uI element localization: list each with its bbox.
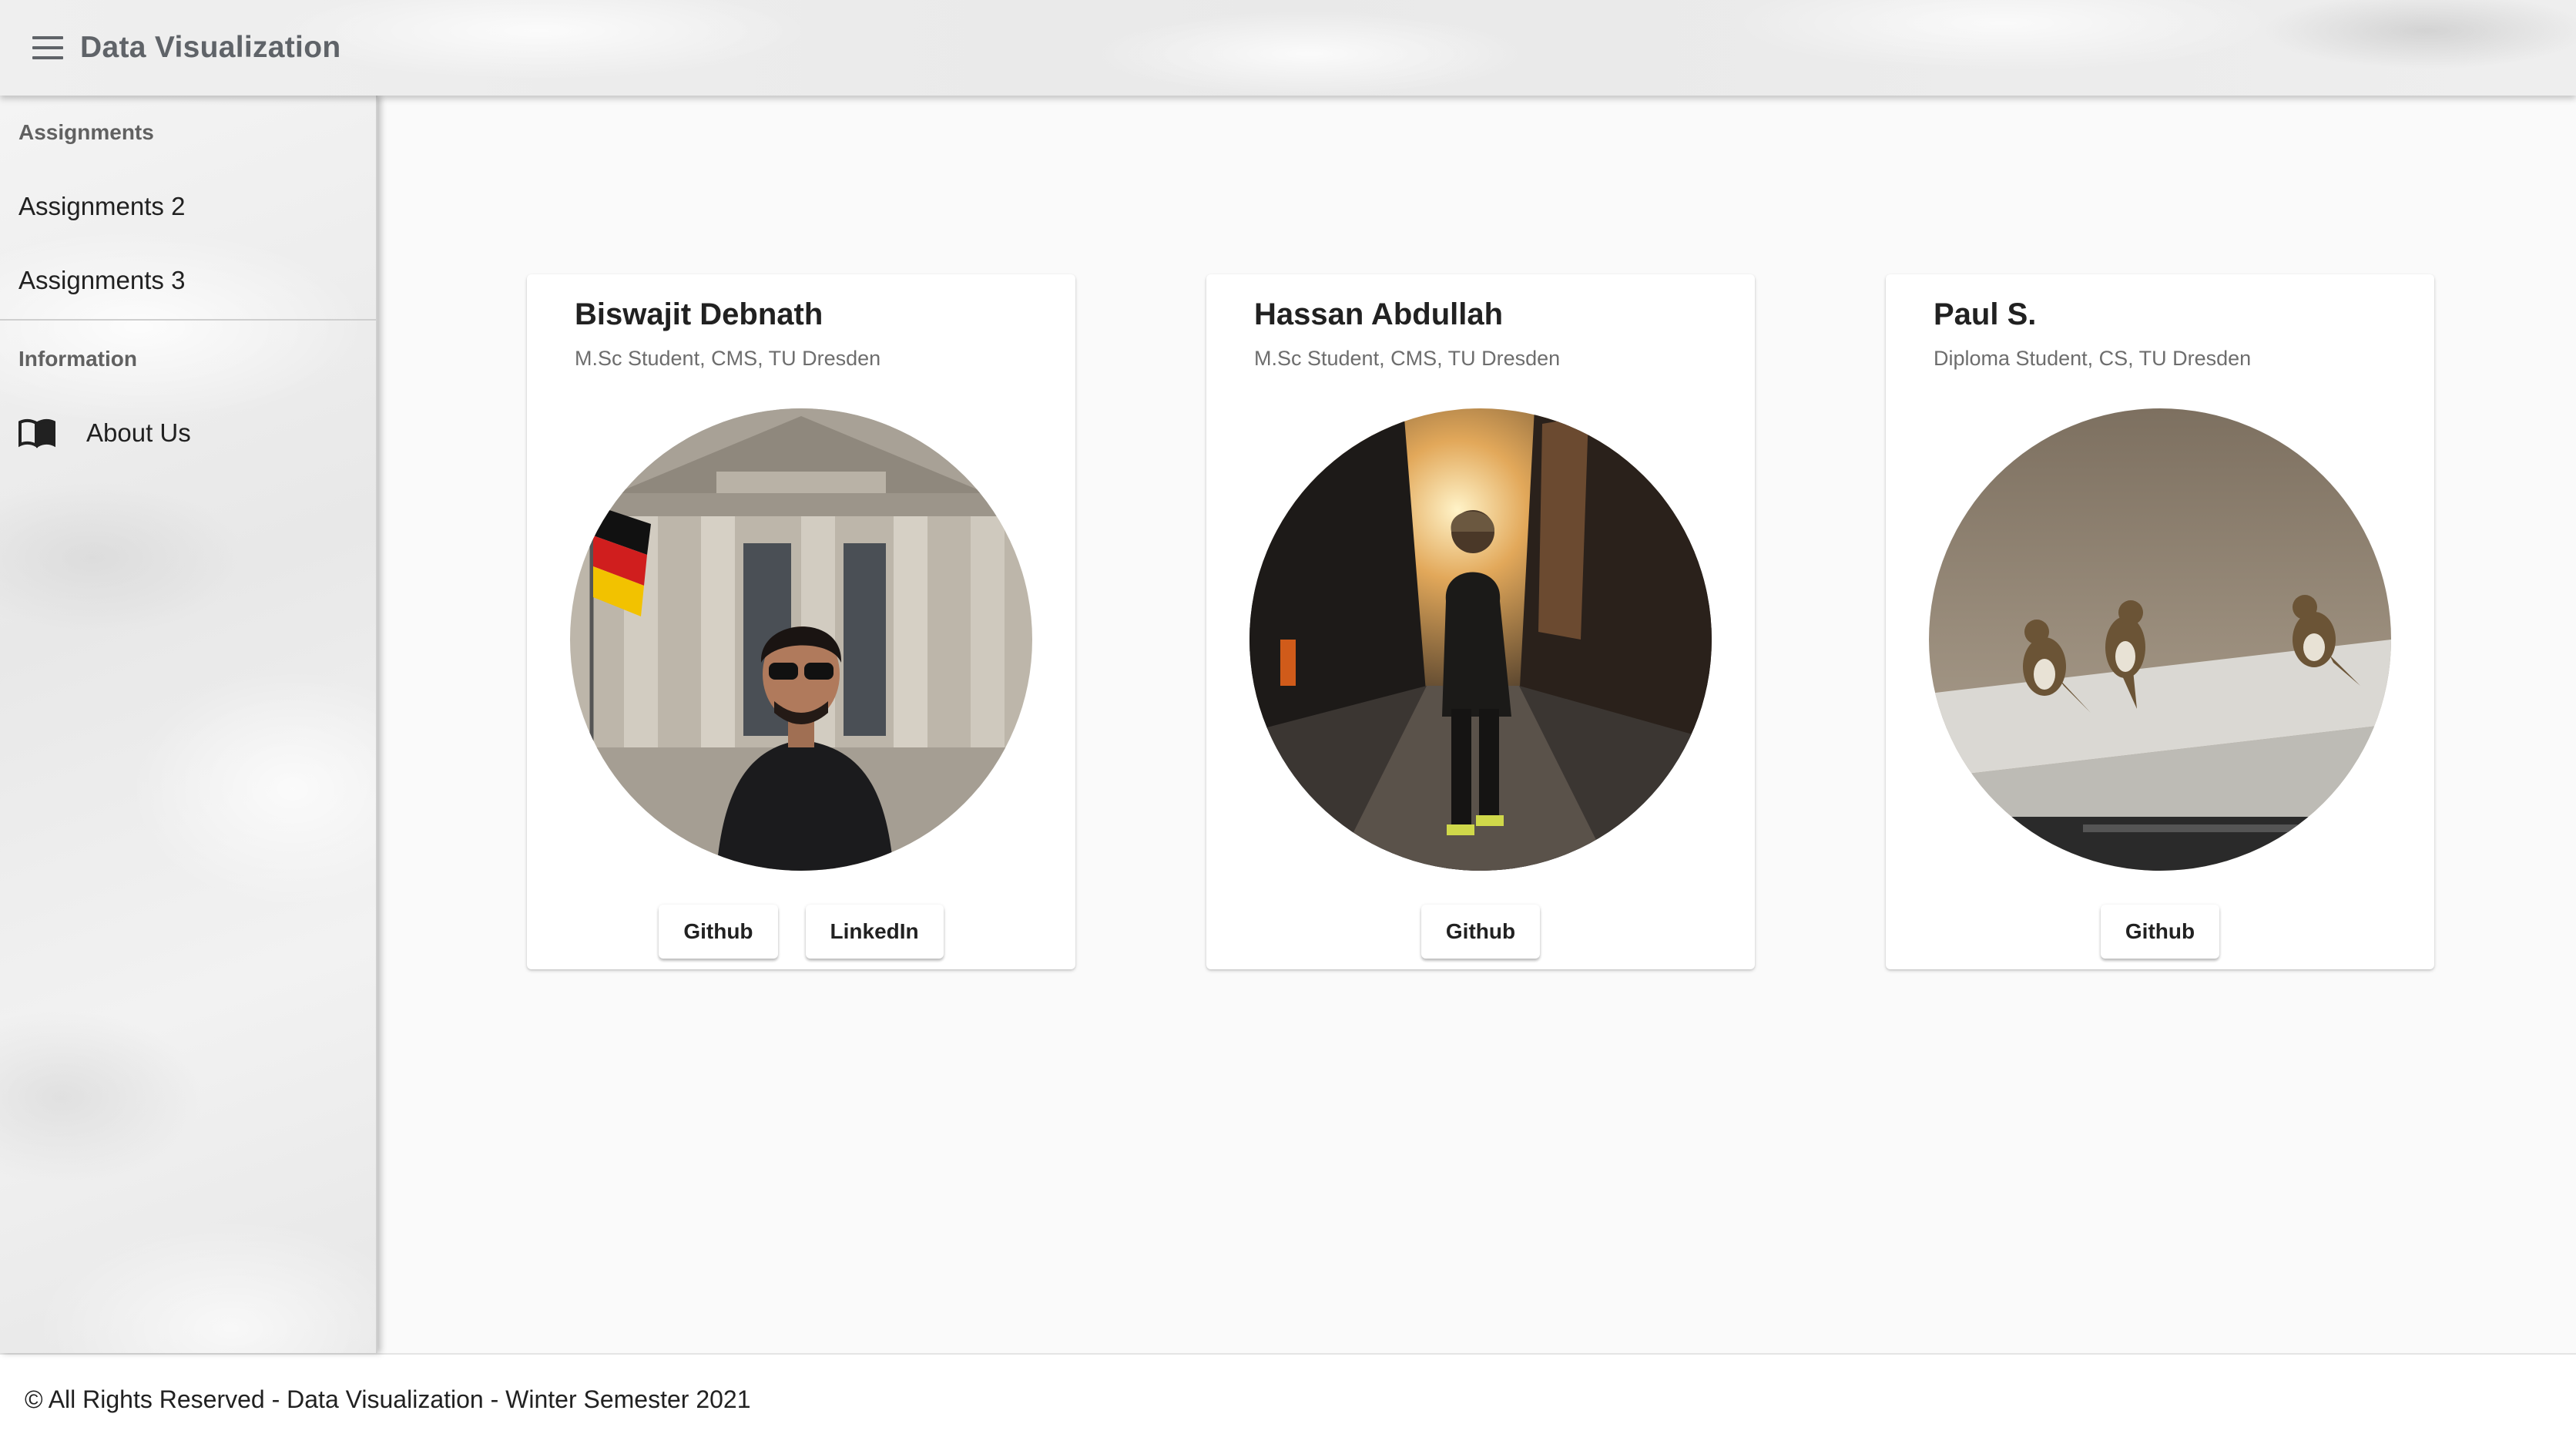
member-name: Paul S. [1934,297,2037,331]
member-role: M.Sc Student, CMS, TU Dresden [575,347,881,370]
app-bar: Data Visualization [0,0,2576,96]
footer-text: © All Rights Reserved - Data Visualizati… [25,1385,751,1413]
team-card: Biswajit Debnath M.Sc Student, CMS, TU D… [527,274,1075,969]
sidebar-item-label: Assignments 3 [18,266,186,294]
member-photo [1929,408,2391,871]
team-card: Hassan Abdullah M.Sc Student, CMS, TU Dr… [1206,274,1755,969]
sidebar: Assignments Assignments 2 Assignments 3 … [0,96,377,1353]
menu-icon[interactable] [32,36,63,59]
sidebar-divider [0,319,376,321]
team-card: Paul S. Diploma Student, CS, TU Dresden [1886,274,2434,969]
card-actions: Github [1886,905,2434,959]
github-button[interactable]: Github [2100,905,2220,959]
member-photo [570,408,1032,871]
member-role: M.Sc Student, CMS, TU Dresden [1254,347,1561,370]
sidebar-item-assignments-2[interactable]: Assignments 2 [0,170,376,243]
app-title: Data Visualization [80,31,341,64]
main-content: Biswajit Debnath M.Sc Student, CMS, TU D… [379,96,2576,1353]
card-actions: Github [1206,905,1755,959]
member-name: Biswajit Debnath [575,297,823,331]
member-role: Diploma Student, CS, TU Dresden [1934,347,2252,370]
member-name: Hassan Abdullah [1254,297,1504,331]
sidebar-item-assignments-3[interactable]: Assignments 3 [0,243,376,317]
sidebar-item-label: Assignments 2 [18,192,186,220]
sidebar-subheader-information: Information [18,347,137,371]
github-button[interactable]: Github [1420,905,1541,959]
card-actions: Github LinkedIn [527,905,1075,959]
sidebar-item-label: About Us [86,418,191,447]
linkedin-button[interactable]: LinkedIn [805,905,944,959]
github-button[interactable]: Github [659,905,778,959]
footer: © All Rights Reserved - Data Visualizati… [0,1353,2576,1444]
sidebar-subheader-assignments: Assignments [18,120,154,144]
book-icon [18,418,55,448]
member-photo [1249,408,1712,871]
sidebar-item-about-us[interactable]: About Us [0,396,376,470]
